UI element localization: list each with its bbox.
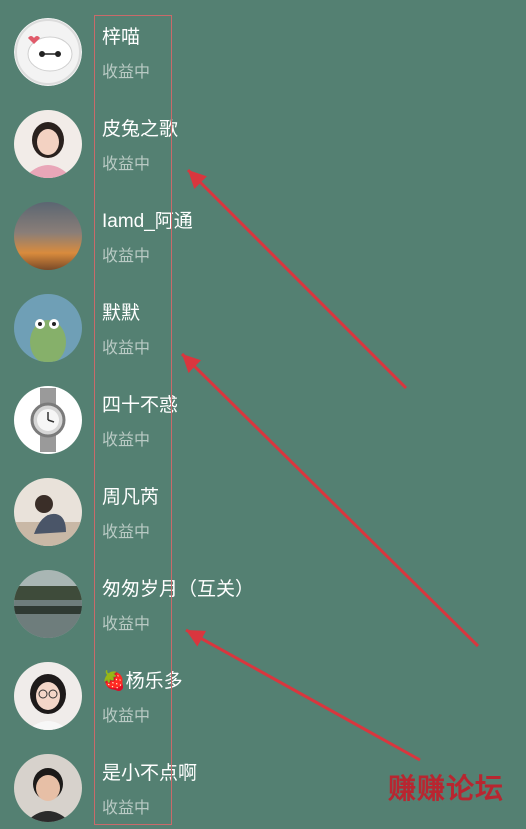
baymax-avatar[interactable] [14,18,82,86]
list-item[interactable]: 🍓杨乐多 收益中 [0,644,526,736]
woman-sitting-avatar[interactable] [14,478,82,546]
girl-avatar[interactable] [14,110,82,178]
list-item[interactable]: Iamd_阿通 收益中 [0,184,526,276]
list-item[interactable]: 默默 收益中 [0,276,526,368]
frog-avatar[interactable] [14,294,82,362]
annotation-highlight-box [94,15,172,825]
lake-avatar[interactable] [14,570,82,638]
sunset-avatar[interactable] [14,202,82,270]
woman-glasses-avatar[interactable] [14,662,82,730]
watch-avatar[interactable] [14,386,82,454]
list-item[interactable]: 皮兔之歌 收益中 [0,92,526,184]
list-item[interactable]: 四十不惑 收益中 [0,368,526,460]
list-item[interactable]: 匆匆岁月（互关） 收益中 [0,552,526,644]
list-item[interactable]: 周凡芮 收益中 [0,460,526,552]
boy-avatar[interactable] [14,754,82,822]
watermark-text: 赚赚论坛 [387,774,504,805]
list-item[interactable]: 梓喵 收益中 [0,0,526,92]
